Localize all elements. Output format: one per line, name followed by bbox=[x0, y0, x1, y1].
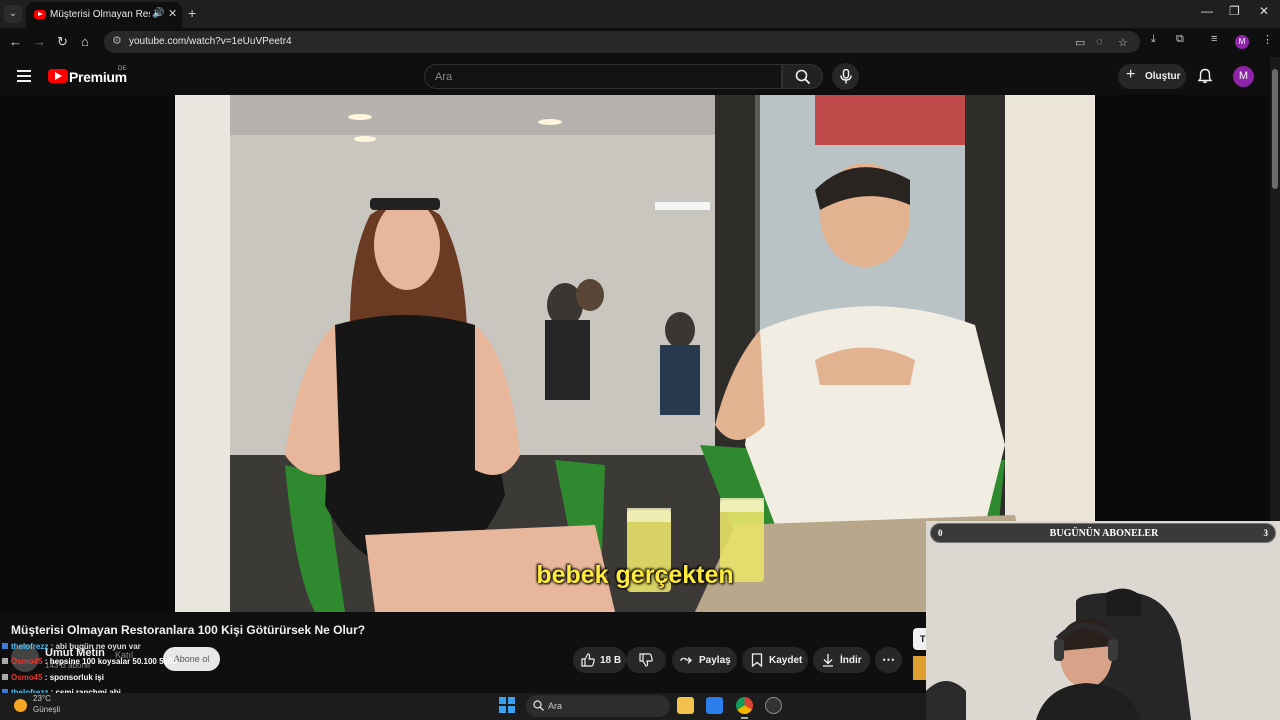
account-avatar[interactable]: M bbox=[1233, 66, 1254, 87]
chrome-app-icon[interactable] bbox=[736, 697, 753, 714]
stream-chat-overlay: thelofrezz : abi bugün ne oyun var Osmo4… bbox=[0, 640, 320, 700]
more-actions-button[interactable]: ⋯ bbox=[875, 647, 902, 673]
back-arrow-icon[interactable]: ← bbox=[9, 34, 22, 49]
goal-title: BUGÜNÜN ABONELER bbox=[1049, 528, 1159, 539]
browser-tab-strip: ⌄ Müşterisi Olmayan Restoranlar 🔊 ✕ + — … bbox=[0, 0, 1280, 28]
plus-icon: + bbox=[1126, 66, 1136, 83]
voice-search-button[interactable] bbox=[832, 63, 859, 90]
thumbs-down-icon bbox=[639, 653, 653, 667]
logo-country-code: DE bbox=[118, 66, 127, 72]
download-arrow-icon bbox=[823, 654, 833, 667]
create-button[interactable]: + Oluştur bbox=[1118, 64, 1186, 89]
save-label: Kaydet bbox=[769, 655, 803, 666]
window-close-icon[interactable]: ✕ bbox=[1259, 4, 1269, 18]
chat-badge-icon bbox=[2, 643, 8, 649]
subscriber-goal-bar: 0 BUGÜNÜN ABONELER 3 bbox=[930, 523, 1276, 543]
address-bar[interactable]: ⚙ youtube.com/watch?v=1eUuVPeetr4 ▭ ◌ ☆ bbox=[104, 31, 1140, 53]
new-tab-plus-icon[interactable]: + bbox=[188, 5, 196, 21]
weather-sun-icon[interactable] bbox=[14, 699, 27, 712]
search-placeholder: Ara bbox=[435, 71, 453, 83]
bookmark-icon bbox=[751, 653, 763, 667]
side-panel-tab[interactable]: T bbox=[913, 628, 926, 650]
taskbar-search-placeholder: Ara bbox=[548, 701, 563, 711]
url-text[interactable]: youtube.com/watch?v=1eUuVPeetr4 bbox=[129, 36, 292, 47]
tab-close-icon[interactable]: ✕ bbox=[168, 7, 177, 20]
youtube-masthead: Premium DE Ara + Oluştur M bbox=[0, 57, 1270, 95]
cast-icon[interactable]: ▭ bbox=[1075, 36, 1085, 49]
side-thumbnail[interactable] bbox=[913, 656, 926, 680]
taskbar-search-icon bbox=[533, 700, 544, 711]
chat-badge-icon bbox=[2, 674, 8, 680]
video-title: Müşterisi Olmayan Restoranlara 100 Kişi … bbox=[11, 623, 366, 637]
scrollbar-thumb[interactable] bbox=[1272, 69, 1278, 189]
youtube-logo-icon[interactable] bbox=[48, 69, 68, 83]
reload-icon[interactable]: ↻ bbox=[57, 34, 68, 50]
eye-off-icon[interactable]: ◌ bbox=[1096, 36, 1103, 48]
dislike-button[interactable] bbox=[626, 647, 666, 673]
streamer-webcam bbox=[926, 521, 1280, 720]
share-label: Paylaş bbox=[699, 655, 731, 666]
chat-badge-icon bbox=[2, 658, 8, 664]
mail-app-icon[interactable] bbox=[706, 697, 723, 714]
weather-condition[interactable]: Güneşli bbox=[33, 705, 60, 714]
restore-icon[interactable]: ❐ bbox=[1229, 4, 1240, 18]
file-explorer-icon[interactable] bbox=[677, 697, 694, 714]
weather-temperature[interactable]: 23°C bbox=[33, 694, 51, 703]
chat-message: Osmo45 : sponsorluk işi bbox=[2, 673, 104, 682]
share-button[interactable]: ⤳ Paylaş bbox=[672, 647, 737, 673]
chat-message: Osmo45 : hepsine 100 koysalar 50.100 500… bbox=[2, 657, 177, 666]
forward-arrow-icon[interactable]: → bbox=[33, 34, 46, 49]
save-button[interactable]: Kaydet bbox=[742, 647, 808, 673]
create-label: Oluştur bbox=[1145, 71, 1181, 82]
chat-message: thelofrezz : abi bugün ne oyun var bbox=[2, 642, 141, 651]
download-icon[interactable]: ⤓ bbox=[1151, 33, 1156, 46]
like-count: 18 B bbox=[600, 655, 622, 666]
minimize-icon[interactable]: — bbox=[1201, 4, 1213, 18]
share-arrow-icon: ⤳ bbox=[680, 651, 693, 668]
webcam-image bbox=[926, 521, 1280, 720]
youtube-favicon-icon bbox=[34, 10, 46, 19]
browser-menu-icon[interactable]: ⋮ bbox=[1262, 33, 1273, 46]
browser-tab[interactable]: Müşterisi Olmayan Restoranlar 🔊 ✕ bbox=[26, 2, 182, 28]
search-button[interactable] bbox=[782, 64, 823, 89]
notifications-bell-icon[interactable] bbox=[1197, 68, 1213, 84]
tab-audio-icon[interactable]: 🔊 bbox=[152, 8, 164, 19]
browser-toolbar: ← → ↻ ⌂ ⚙ youtube.com/watch?v=1eUuVPeetr… bbox=[0, 28, 1280, 56]
active-app-indicator bbox=[741, 717, 748, 719]
extensions-icon[interactable]: ⧉ bbox=[1176, 33, 1184, 46]
tab-search-chevron-icon[interactable]: ⌄ bbox=[4, 5, 22, 23]
goal-current-count: 3 bbox=[1263, 528, 1269, 538]
download-label: İndir bbox=[840, 655, 862, 666]
browser-profile-avatar[interactable]: M bbox=[1235, 35, 1249, 49]
microphone-icon bbox=[840, 69, 852, 84]
site-info-icon[interactable]: ⚙ bbox=[112, 34, 122, 47]
tab-title: Müşterisi Olmayan Restoranlar bbox=[50, 9, 150, 20]
like-button[interactable]: 18 B bbox=[573, 647, 626, 673]
thumbs-up-icon bbox=[581, 653, 595, 667]
media-controls-icon[interactable]: ≡ bbox=[1211, 33, 1217, 45]
guide-menu-icon[interactable] bbox=[17, 70, 31, 82]
download-button[interactable]: İndir bbox=[813, 647, 870, 673]
search-icon bbox=[795, 69, 811, 85]
bookmark-star-icon[interactable]: ☆ bbox=[1118, 36, 1128, 49]
windows-start-icon[interactable] bbox=[499, 697, 515, 713]
more-dots-icon: ⋯ bbox=[882, 652, 895, 667]
obs-app-icon[interactable] bbox=[765, 697, 782, 714]
search-input[interactable]: Ara bbox=[424, 64, 782, 89]
windows-taskbar: 23°C Güneşli Ara bbox=[0, 693, 926, 720]
taskbar-search-input[interactable]: Ara bbox=[526, 695, 670, 717]
home-icon[interactable]: ⌂ bbox=[81, 34, 89, 49]
